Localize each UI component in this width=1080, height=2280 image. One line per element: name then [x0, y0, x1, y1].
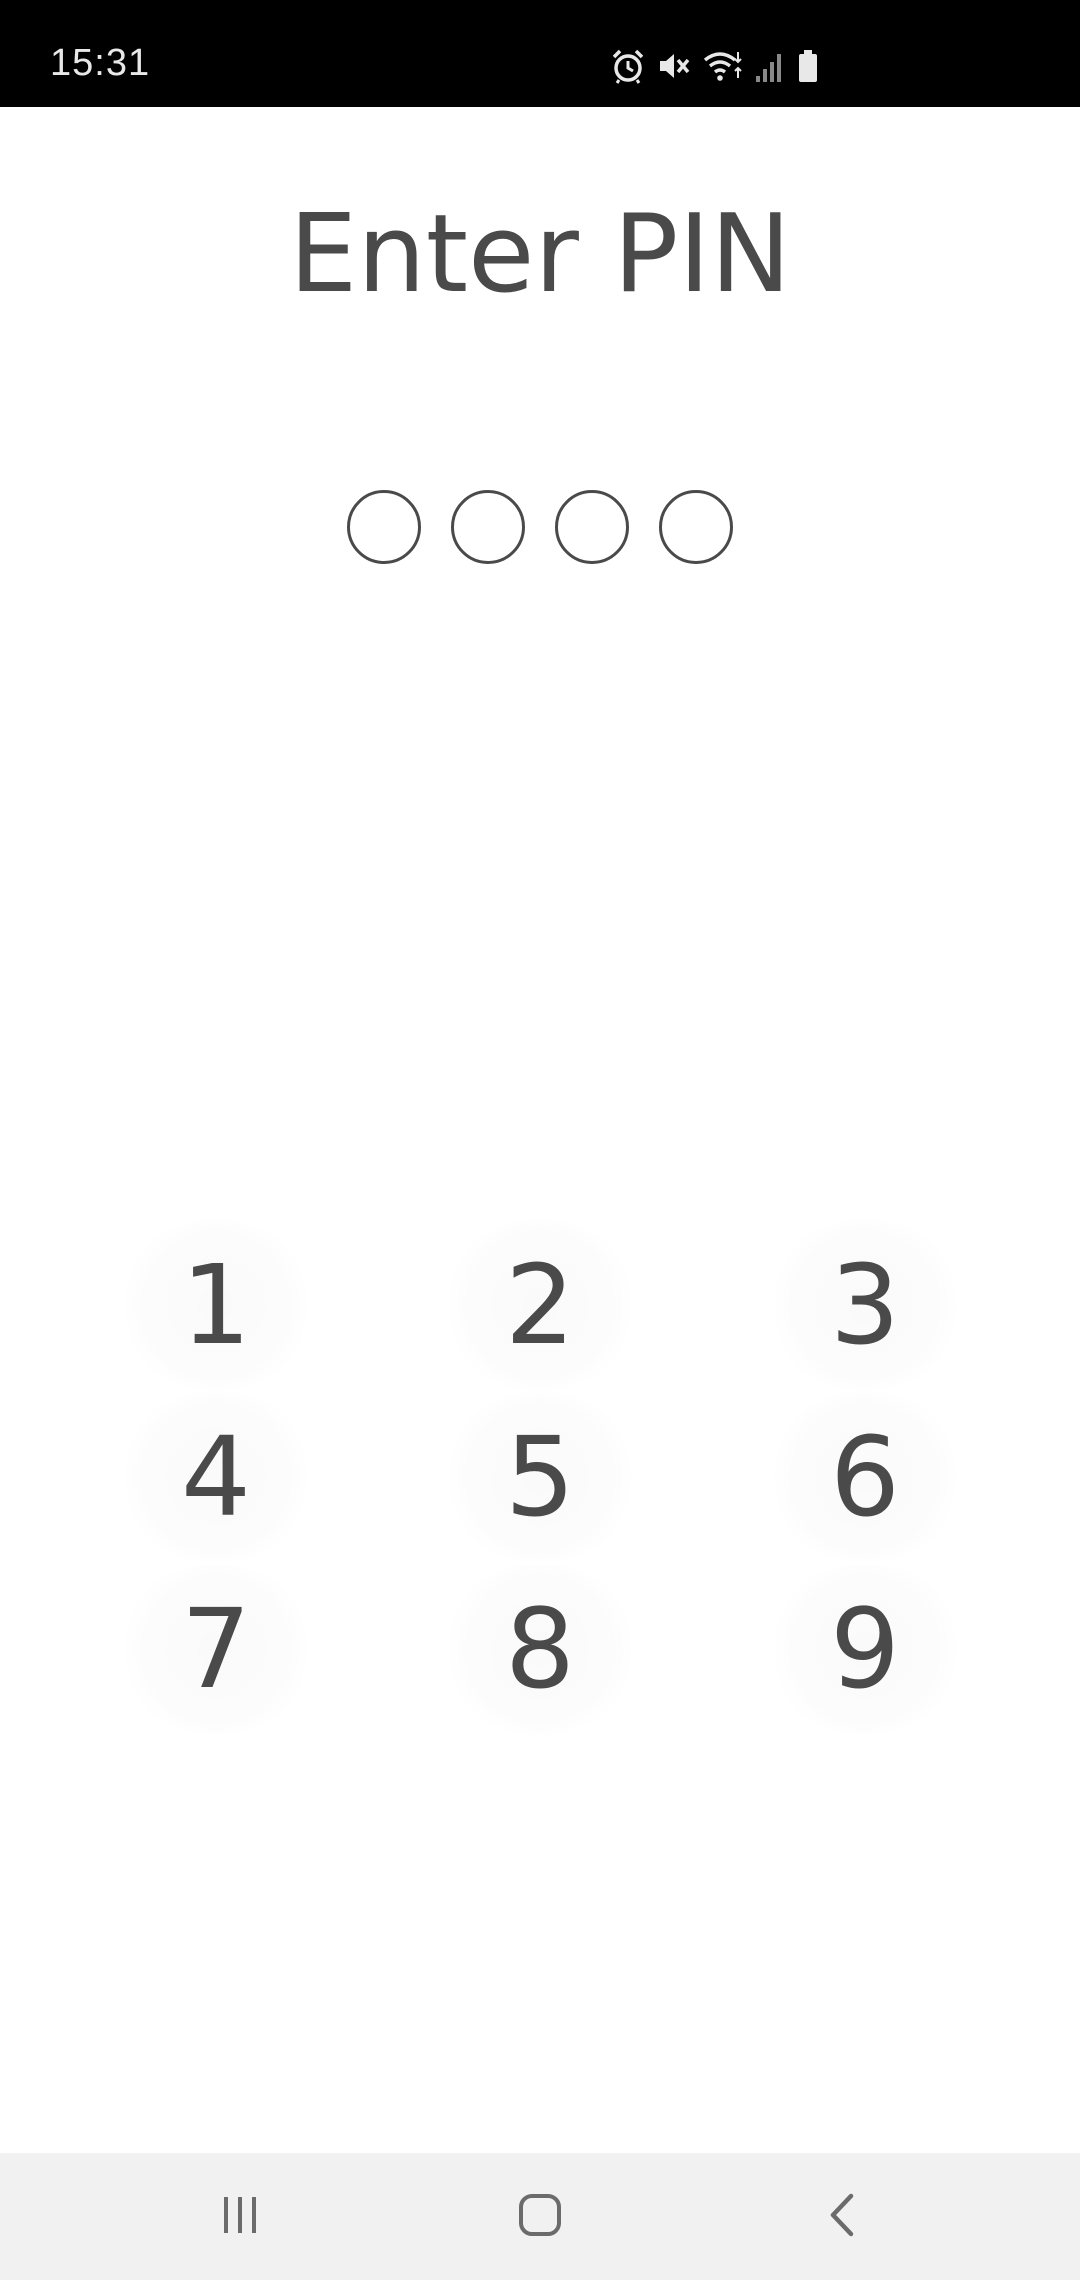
pin-dot	[555, 490, 629, 564]
key-9[interactable]: 9	[765, 1564, 965, 1734]
key-5[interactable]: 5	[440, 1392, 640, 1562]
back-button[interactable]	[763, 2153, 923, 2280]
mute-icon	[656, 48, 692, 84]
page-title: Enter PIN	[289, 192, 791, 317]
status-bar: 15:31	[0, 0, 1080, 107]
key-7[interactable]: 7	[116, 1564, 316, 1734]
home-button[interactable]	[460, 2153, 620, 2280]
key-8[interactable]: 8	[440, 1564, 640, 1734]
pin-dot	[451, 490, 525, 564]
recents-button[interactable]	[160, 2153, 320, 2280]
recents-icon	[218, 2193, 262, 2241]
key-6[interactable]: 6	[765, 1392, 965, 1562]
pin-indicator	[0, 490, 1080, 564]
key-2[interactable]: 2	[440, 1220, 640, 1390]
pin-dot	[659, 490, 733, 564]
wifi-icon	[702, 48, 744, 84]
navigation-bar	[0, 2153, 1080, 2280]
signal-icon	[754, 48, 786, 84]
back-icon	[823, 2192, 863, 2242]
pin-dot	[347, 490, 421, 564]
status-time: 15:31	[50, 42, 151, 84]
key-4[interactable]: 4	[116, 1392, 316, 1562]
status-icons	[610, 46, 820, 86]
alarm-icon	[610, 48, 646, 84]
home-icon	[517, 2192, 563, 2242]
key-3[interactable]: 3	[765, 1220, 965, 1390]
pin-entry-screen: 15:31 Enter PIN 1 2 3 4 5 6 7 8 9	[0, 0, 1080, 2280]
battery-icon	[796, 48, 820, 84]
key-1[interactable]: 1	[116, 1220, 316, 1390]
